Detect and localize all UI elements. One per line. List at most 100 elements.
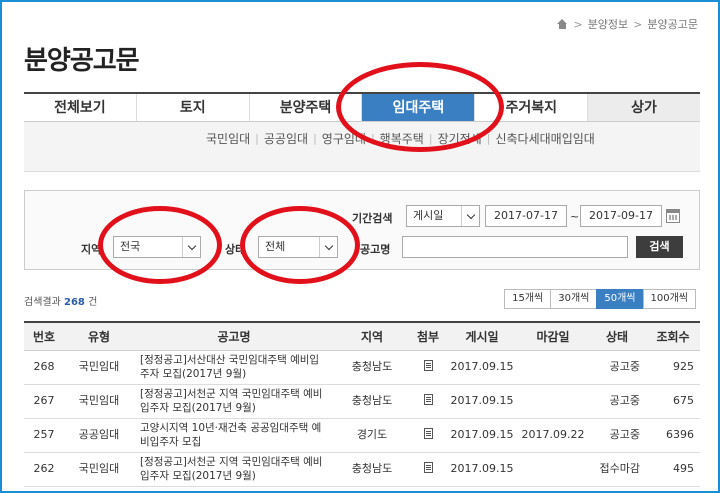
row-views: 925 <box>646 350 700 385</box>
row-type: 공공임대 <box>64 418 134 453</box>
row-attachment[interactable] <box>410 418 446 453</box>
row-attachment[interactable] <box>410 452 446 487</box>
subtabs: 국민임대 | 공공임대 | 영구임대 | 행복주택 | 장기전세 | 신축다세대… <box>206 130 595 147</box>
home-icon[interactable] <box>557 19 568 29</box>
row-title-link[interactable]: 고양시지역 10년·재건축 공공임대주택 예비입주자 모집 <box>134 418 334 453</box>
period-label: 기간검색 <box>352 212 393 225</box>
row-posted: 2017.09.15 <box>446 418 518 453</box>
breadcrumb: > 분양정보 > 분양공고문 <box>557 16 698 32</box>
table-row[interactable]: 262 국민임대 [정정공고]서천군 지역 국민임대주택 예비입주자 모집(20… <box>24 452 700 487</box>
table-row[interactable]: 267 국민임대 [정정공고]서천군 지역 국민임대주택 예비입주자 모집(20… <box>24 384 700 419</box>
date-to-input[interactable]: 2017-09-17 <box>580 205 662 227</box>
subtab-divider: | <box>313 132 317 145</box>
column-header-deadline: 마감일 <box>518 321 588 351</box>
row-views: 675 <box>646 384 700 419</box>
column-header-number: 번호 <box>24 321 64 351</box>
calendar-icon[interactable] <box>666 209 680 223</box>
breadcrumb-item-notices[interactable]: 분양공고문 <box>647 16 698 32</box>
chevron-right-icon: > <box>633 17 643 31</box>
result-count-unit: 건 <box>88 297 98 308</box>
subtab-national-rental[interactable]: 국민임대 <box>206 130 250 147</box>
period-type-select[interactable]: 게시일 <box>406 205 480 227</box>
row-status: 공고중 <box>588 418 646 453</box>
tab-rental-housing[interactable]: 임대주택 <box>362 94 476 121</box>
status-value: 전체 <box>265 240 286 253</box>
tab-all[interactable]: 전체보기 <box>24 94 137 121</box>
search-button[interactable]: 검색 <box>636 236 683 258</box>
column-header-type: 유형 <box>64 321 134 351</box>
per-page-50-button[interactable]: 50개씩 <box>596 289 644 309</box>
region-value: 전국 <box>120 240 141 253</box>
row-status: 접수마감 <box>588 452 646 487</box>
row-number: 267 <box>24 384 64 419</box>
row-status: 공고중 <box>588 350 646 385</box>
subtab-long-term-jeonse[interactable]: 장기전세 <box>438 130 482 147</box>
tab-housing-welfare[interactable]: 주거복지 <box>475 94 589 121</box>
column-header-title: 공고명 <box>134 321 334 351</box>
tab-commercial[interactable]: 상가 <box>588 94 700 121</box>
subtab-happy-housing[interactable]: 행복주택 <box>380 130 424 147</box>
row-views: 6396 <box>646 418 700 453</box>
row-deadline <box>518 384 588 419</box>
column-header-attachment: 첨부 <box>410 321 446 351</box>
row-attachment[interactable] <box>410 384 446 419</box>
row-region: 충청남도 <box>334 384 410 419</box>
result-count-label: 검색결과 <box>24 297 61 308</box>
region-label: 지역 <box>81 243 102 256</box>
row-number: 268 <box>24 350 64 385</box>
row-type: 국민임대 <box>64 452 134 487</box>
breadcrumb-item-sale-info[interactable]: 분양정보 <box>588 16 628 32</box>
subtab-public-rental[interactable]: 공공임대 <box>264 130 308 147</box>
file-icon[interactable] <box>423 461 433 473</box>
row-title-link[interactable]: [정정공고]서천군 지역 국민임대주택 예비입주자 모집(2017년 9월) <box>134 452 334 487</box>
file-icon[interactable] <box>423 393 433 405</box>
file-icon[interactable] <box>423 359 433 371</box>
row-region: 충청남도 <box>334 452 410 487</box>
subtab-divider: | <box>428 132 433 145</box>
per-page-30-button[interactable]: 30개씩 <box>550 289 598 309</box>
row-title-link[interactable]: [정정공고]서산대산 국민임대주택 예비입주자 모집(2017년 9월) <box>134 350 334 385</box>
per-page-100-button[interactable]: 100개씩 <box>642 289 696 309</box>
table-row[interactable]: 257 공공임대 고양시지역 10년·재건축 공공임대주택 예비입주자 모집 경… <box>24 418 700 453</box>
status-label: 상태 <box>225 243 246 256</box>
row-number: 262 <box>24 452 64 487</box>
row-region: 경기도 <box>334 418 410 453</box>
tab-land[interactable]: 토지 <box>136 94 250 121</box>
table-row[interactable]: 268 국민임대 [정정공고]서산대산 국민임대주택 예비입주자 모집(2017… <box>24 350 700 385</box>
row-attachment[interactable] <box>410 350 446 385</box>
subtab-divider: | <box>255 132 259 145</box>
file-icon[interactable] <box>423 427 433 439</box>
subtab-permanent-rental[interactable]: 영구임대 <box>322 130 366 147</box>
per-page-selector: 15개씩 30개씩 50개씩 100개씩 <box>504 289 696 309</box>
row-type: 국민임대 <box>64 384 134 419</box>
result-count: 검색결과 268 건 <box>24 293 97 308</box>
tab-sale-housing[interactable]: 분양주택 <box>249 94 363 121</box>
row-deadline <box>518 350 588 385</box>
date-from-input[interactable]: 2017-07-17 <box>485 205 567 227</box>
chevron-right-icon: > <box>573 17 583 31</box>
column-header-status: 상태 <box>588 321 646 351</box>
subtab-divider: | <box>370 132 375 145</box>
per-page-15-button[interactable]: 15개씩 <box>504 289 552 309</box>
subtabs-area: 국민임대 | 공공임대 | 영구임대 | 행복주택 | 장기전세 | 신축다세대… <box>24 122 700 172</box>
table-header-row: 번호 유형 공고명 지역 첨부 게시일 마감일 상태 조회수 <box>24 321 700 351</box>
notice-table: 번호 유형 공고명 지역 첨부 게시일 마감일 상태 조회수 268 국민임대 … <box>24 321 700 487</box>
chevron-down-icon <box>182 237 200 257</box>
row-number: 257 <box>24 418 64 453</box>
status-select[interactable]: 전체 <box>258 236 338 258</box>
row-deadline: 2017.09.22 <box>518 418 588 453</box>
column-header-views: 조회수 <box>646 321 700 351</box>
chevron-down-icon <box>461 206 479 226</box>
row-posted: 2017.09.15 <box>446 384 518 419</box>
subtab-new-multiplex-purchase[interactable]: 신축다세대매입임대 <box>495 130 594 147</box>
chevron-down-icon <box>319 237 337 257</box>
row-status: 공고중 <box>588 384 646 419</box>
notice-name-input[interactable] <box>402 236 628 258</box>
row-posted: 2017.09.15 <box>446 350 518 385</box>
row-deadline <box>518 452 588 487</box>
row-title-link[interactable]: [정정공고]서천군 지역 국민임대주택 예비입주자 모집(2017년 9월) <box>134 384 334 419</box>
region-select[interactable]: 전국 <box>113 236 201 258</box>
category-tabs: 전체보기 토지 분양주택 임대주택 주거복지 상가 <box>24 92 700 122</box>
column-header-region: 지역 <box>334 321 410 351</box>
period-type-value: 게시일 <box>413 209 444 222</box>
